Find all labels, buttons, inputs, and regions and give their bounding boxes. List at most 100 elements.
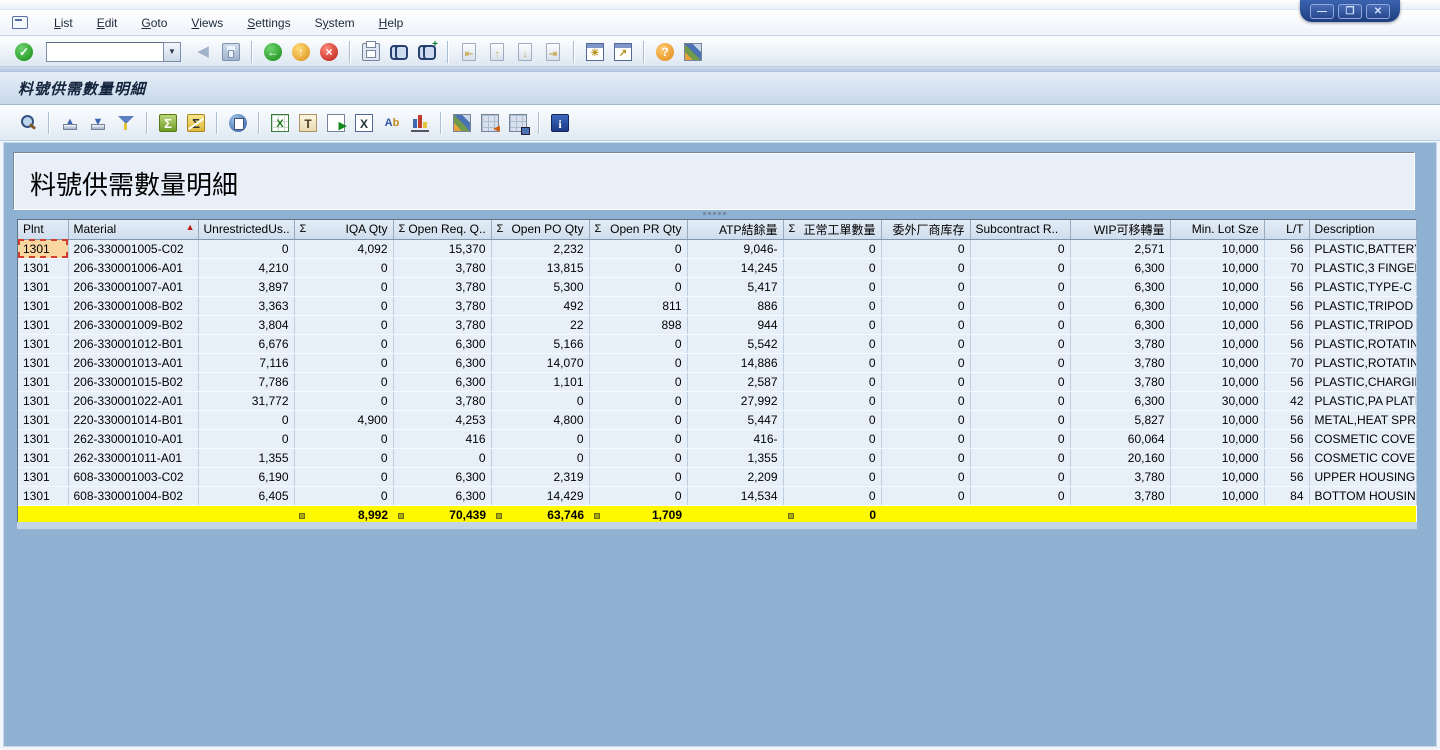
command-field-dropdown-icon[interactable]: ▼ — [164, 42, 181, 62]
table-cell[interactable]: 0 — [589, 429, 687, 448]
table-cell[interactable]: 0 — [881, 258, 970, 277]
table-cell[interactable]: PLASTIC,TRIPOD L — [1309, 296, 1416, 315]
sort-ascending-icon[interactable]: ▲ — [58, 111, 82, 135]
table-cell[interactable]: 0 — [294, 448, 393, 467]
table-cell[interactable]: 6,300 — [1070, 391, 1170, 410]
table-cell[interactable]: 10,000 — [1170, 334, 1264, 353]
table-cell[interactable]: COSMETIC COVER, — [1309, 448, 1416, 467]
table-cell[interactable]: 0 — [198, 429, 294, 448]
table-cell[interactable]: 60,064 — [1070, 429, 1170, 448]
column-header[interactable]: 委外厂商库存 — [881, 220, 970, 239]
table-cell[interactable]: 0 — [783, 391, 881, 410]
new-session-icon[interactable]: ✳ — [583, 40, 607, 64]
column-header[interactable]: ΣOpen PO Qty — [491, 220, 589, 239]
column-header[interactable]: ΣOpen Req. Q.. — [393, 220, 491, 239]
table-cell[interactable]: 0 — [881, 334, 970, 353]
table-cell[interactable]: 6,300 — [393, 353, 491, 372]
table-cell[interactable]: 0 — [393, 448, 491, 467]
table-cell[interactable]: 56 — [1264, 334, 1309, 353]
cancel-icon[interactable]: × — [317, 40, 341, 64]
table-cell[interactable]: 220-330001014-B01 — [68, 410, 198, 429]
table-cell[interactable]: 1301 — [18, 486, 68, 505]
table-cell[interactable]: 14,070 — [491, 353, 589, 372]
subtotal-icon[interactable]: Σ — [184, 111, 208, 135]
table-cell[interactable]: 1301 — [18, 353, 68, 372]
info-icon[interactable]: i — [548, 111, 572, 135]
table-cell[interactable]: 70 — [1264, 353, 1309, 372]
enter-icon[interactable]: ✓ — [12, 40, 36, 64]
table-cell[interactable]: 262-330001011-A01 — [68, 448, 198, 467]
table-cell[interactable]: 0 — [970, 296, 1070, 315]
table-cell[interactable]: 5,417 — [687, 277, 783, 296]
table-cell[interactable]: 0 — [970, 258, 1070, 277]
find-next-icon[interactable]: + — [415, 40, 439, 64]
menu-item-help[interactable]: Help — [367, 13, 416, 33]
table-cell[interactable]: 886 — [687, 296, 783, 315]
table-cell[interactable]: 6,300 — [1070, 258, 1170, 277]
total-icon[interactable]: Σ — [156, 111, 180, 135]
table-cell[interactable]: 5,827 — [1070, 410, 1170, 429]
table-cell[interactable]: 206-330001022-A01 — [68, 391, 198, 410]
table-cell[interactable]: 1301 — [18, 372, 68, 391]
help-icon[interactable]: ? — [653, 40, 677, 64]
table-cell[interactable]: 30,000 — [1170, 391, 1264, 410]
menu-item-list[interactable]: List — [42, 13, 85, 33]
table-cell[interactable]: 3,780 — [1070, 353, 1170, 372]
table-cell[interactable]: 6,300 — [393, 467, 491, 486]
table-cell[interactable]: 608-330001004-B02 — [68, 486, 198, 505]
table-cell[interactable]: 56 — [1264, 315, 1309, 334]
table-cell[interactable]: 10,000 — [1170, 258, 1264, 277]
table-cell[interactable]: 0 — [881, 391, 970, 410]
table-cell[interactable]: 0 — [491, 391, 589, 410]
table-cell[interactable]: PLASTIC,ROTATIN — [1309, 353, 1416, 372]
close-button[interactable]: ✕ — [1366, 4, 1390, 19]
table-cell[interactable]: 0 — [294, 486, 393, 505]
table-cell[interactable]: 1301 — [18, 296, 68, 315]
table-cell[interactable]: 0 — [970, 486, 1070, 505]
table-cell[interactable]: METAL,HEAT SPRE — [1309, 410, 1416, 429]
table-cell[interactable]: 3,897 — [198, 277, 294, 296]
column-header[interactable]: L/T — [1264, 220, 1309, 239]
local-file-icon[interactable]: ▶ — [324, 111, 348, 135]
table-cell[interactable]: UPPER HOUSING V — [1309, 467, 1416, 486]
table-cell[interactable]: 31,772 — [198, 391, 294, 410]
table-cell[interactable]: 0 — [783, 239, 881, 258]
table-cell[interactable]: 0 — [970, 429, 1070, 448]
column-header[interactable]: Material▲ — [68, 220, 198, 239]
table-cell[interactable]: 3,804 — [198, 315, 294, 334]
system-menu-icon[interactable] — [12, 16, 28, 29]
table-cell[interactable]: 608-330001003-C02 — [68, 467, 198, 486]
splitter-handle[interactable] — [4, 209, 1424, 217]
table-cell[interactable]: 10,000 — [1170, 296, 1264, 315]
table-cell[interactable]: 6,405 — [198, 486, 294, 505]
print-preview-icon[interactable] — [226, 111, 250, 135]
table-cell[interactable]: 206-330001012-B01 — [68, 334, 198, 353]
table-cell[interactable]: 56 — [1264, 429, 1309, 448]
table-cell[interactable]: 1301 — [18, 277, 68, 296]
column-header[interactable]: Min. Lot Sze — [1170, 220, 1264, 239]
table-cell[interactable]: 0 — [783, 429, 881, 448]
table-cell[interactable]: 1301 — [18, 258, 68, 277]
table-cell[interactable]: 0 — [294, 429, 393, 448]
table-cell[interactable]: 14,429 — [491, 486, 589, 505]
previous-page-icon[interactable]: ↑ — [485, 40, 509, 64]
graphic-icon[interactable] — [408, 111, 432, 135]
table-cell[interactable]: 3,780 — [393, 258, 491, 277]
table-cell[interactable]: COSMETIC COVER, — [1309, 429, 1416, 448]
table-cell[interactable]: 14,534 — [687, 486, 783, 505]
table-cell[interactable]: PLASTIC,TYPE-C C — [1309, 277, 1416, 296]
table-cell[interactable]: 1,355 — [198, 448, 294, 467]
table-cell[interactable]: 0 — [881, 448, 970, 467]
back-icon[interactable]: ← — [261, 40, 285, 64]
table-cell[interactable]: 4,900 — [294, 410, 393, 429]
table-cell[interactable]: 0 — [881, 429, 970, 448]
table-cell[interactable]: 0 — [589, 372, 687, 391]
print-icon[interactable] — [359, 40, 383, 64]
table-cell[interactable]: 27,992 — [687, 391, 783, 410]
column-header[interactable]: ATP結餘量 — [687, 220, 783, 239]
table-cell[interactable]: 0 — [294, 391, 393, 410]
table-cell[interactable]: 56 — [1264, 467, 1309, 486]
table-cell[interactable]: 2,209 — [687, 467, 783, 486]
table-cell[interactable]: 206-330001013-A01 — [68, 353, 198, 372]
menu-item-settings[interactable]: Settings — [235, 13, 302, 33]
